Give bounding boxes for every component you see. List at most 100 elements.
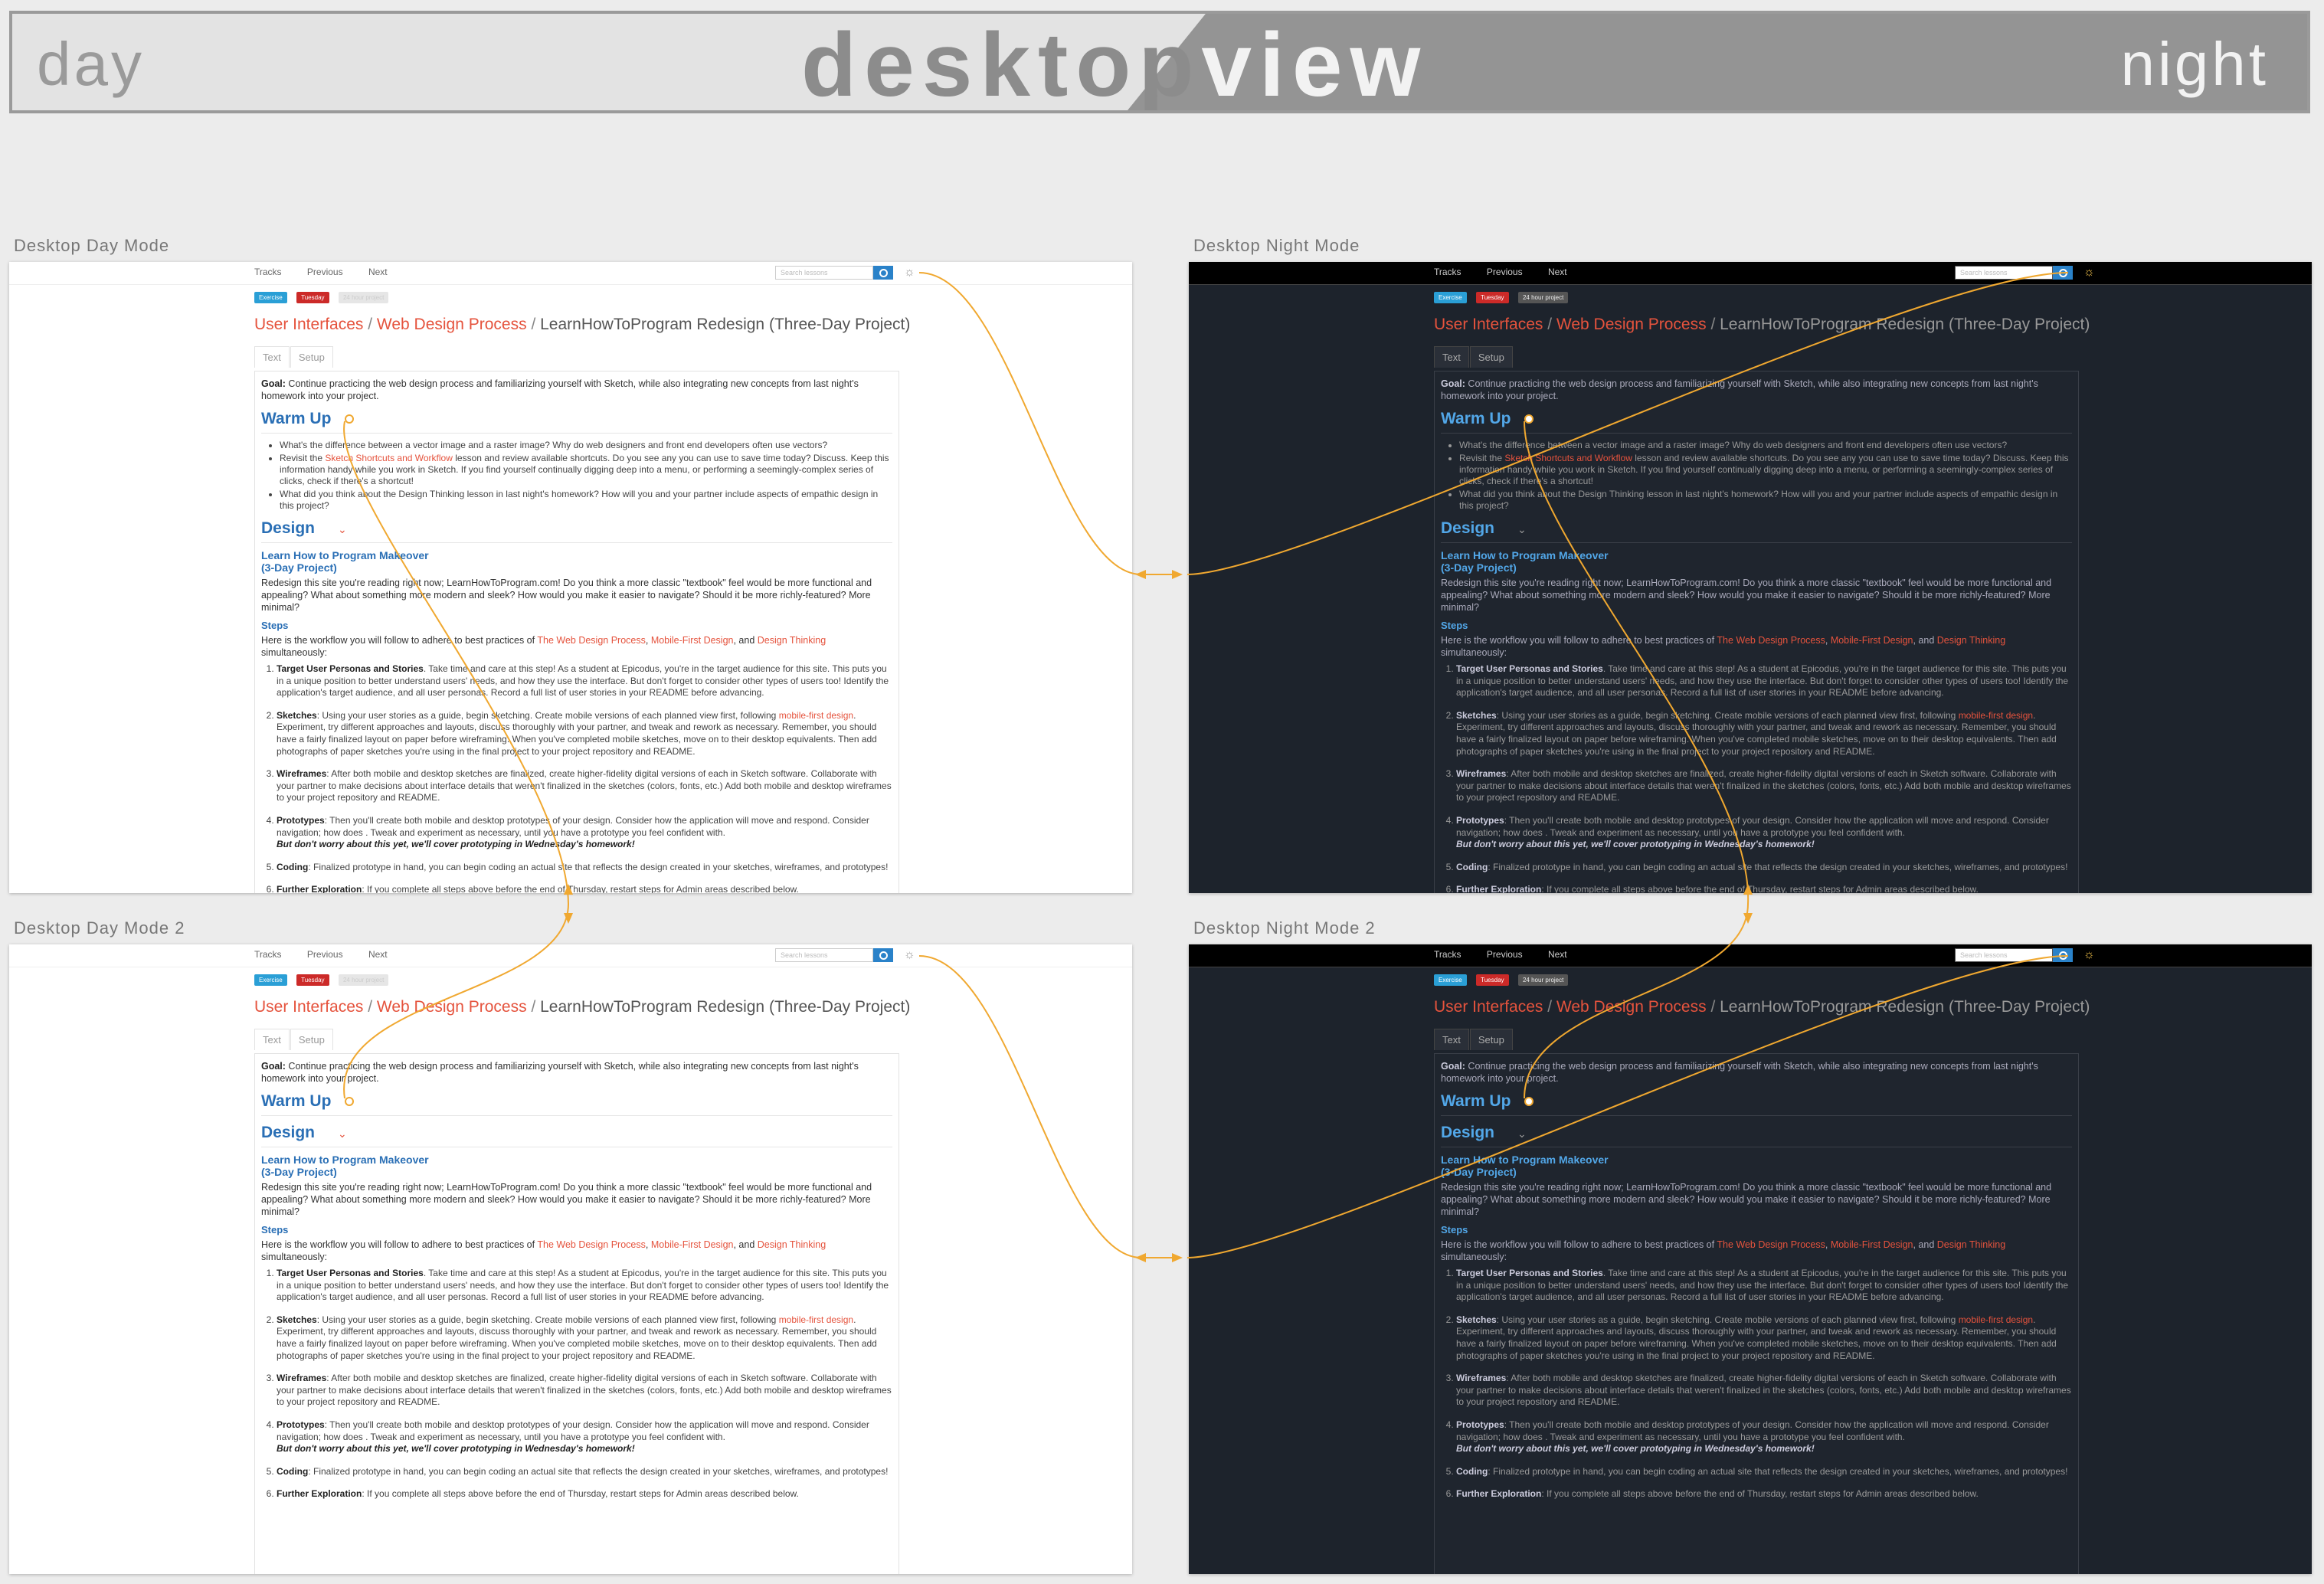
- link-mobile-first[interactable]: Mobile-First Design: [651, 635, 734, 646]
- breadcrumb-web-design-process[interactable]: Web Design Process: [377, 998, 527, 1016]
- search-input[interactable]: Search lessons: [775, 948, 873, 962]
- list-item: Wireframes: After both mobile and deskto…: [277, 1373, 892, 1409]
- tab-text[interactable]: Text: [254, 1029, 290, 1050]
- tag-exercise[interactable]: Exercise: [1434, 292, 1467, 303]
- link-mobile-first-design[interactable]: mobile-first design: [779, 710, 853, 721]
- mode-toggle-icon[interactable]: ☼: [904, 266, 915, 280]
- tag-24-hour[interactable]: 24 hour project: [1517, 292, 1569, 303]
- nav-tracks[interactable]: Tracks: [254, 267, 282, 277]
- nav-next[interactable]: Next: [1548, 949, 1567, 960]
- link-sketch-shortcuts[interactable]: Sketch Shortcuts and Workflow: [1504, 453, 1632, 463]
- breadcrumb-web-design-process[interactable]: Web Design Process: [1556, 316, 1707, 333]
- warmup-hotspot[interactable]: [345, 1097, 355, 1107]
- nav-previous[interactable]: Previous: [307, 949, 343, 960]
- tab-setup[interactable]: Setup: [290, 1029, 333, 1050]
- link-mobile-first-design[interactable]: mobile-first design: [779, 1314, 853, 1325]
- step-text: : Using your user stories as a guide, be…: [1496, 709, 1959, 721]
- link-mobile-first[interactable]: Mobile-First Design: [1831, 635, 1913, 646]
- design-heading[interactable]: Design ⌄: [1441, 519, 2072, 543]
- mode-toggle-icon[interactable]: ☼: [2083, 948, 2095, 962]
- chevron-down-icon[interactable]: ⌄: [1517, 1127, 1527, 1140]
- nav-previous[interactable]: Previous: [307, 267, 343, 277]
- link-design-thinking[interactable]: Design Thinking: [758, 1239, 826, 1250]
- search-input[interactable]: Search lessons: [1955, 266, 2053, 280]
- goal-text: Goal: Continue practicing the web design…: [1441, 1060, 2072, 1085]
- warmup-hotspot[interactable]: [1524, 1097, 1534, 1107]
- breadcrumb-web-design-process[interactable]: Web Design Process: [377, 316, 527, 333]
- tag-24-hour[interactable]: 24 hour project: [338, 974, 389, 986]
- link-web-design-process[interactable]: The Web Design Process: [537, 635, 646, 646]
- tag-exercise[interactable]: Exercise: [254, 292, 287, 303]
- nav-tracks[interactable]: Tracks: [1434, 949, 1462, 960]
- warmup-hotspot[interactable]: [1524, 414, 1534, 424]
- link-design-thinking[interactable]: Design Thinking: [758, 635, 826, 646]
- tag-24-hour[interactable]: 24 hour project: [338, 292, 389, 303]
- link-design-thinking[interactable]: Design Thinking: [1937, 1239, 2005, 1250]
- link-mobile-first[interactable]: Mobile-First Design: [1831, 1239, 1913, 1250]
- tab-setup[interactable]: Setup: [1469, 1029, 1513, 1050]
- warmup-heading[interactable]: Warm Up: [1441, 1092, 2072, 1116]
- search-input[interactable]: Search lessons: [1955, 948, 2053, 962]
- list-item: What's the difference between a vector i…: [280, 440, 892, 451]
- nav-tracks[interactable]: Tracks: [254, 949, 282, 960]
- design-heading[interactable]: Design ⌄: [1441, 1124, 2072, 1147]
- mode-toggle-icon[interactable]: ☼: [2083, 266, 2095, 280]
- tab-setup[interactable]: Setup: [1469, 346, 1513, 368]
- list-item: Sketches: Using your user stories as a g…: [277, 1314, 892, 1362]
- chevron-down-icon[interactable]: ⌄: [338, 523, 347, 535]
- artboard-day-1: Tracks Previous Next Search lessons ☼ Ex…: [9, 262, 1132, 893]
- nav-next[interactable]: Next: [368, 949, 388, 960]
- tab-text[interactable]: Text: [254, 346, 290, 368]
- breadcrumb-user-interfaces[interactable]: User Interfaces: [1434, 316, 1543, 333]
- step-title: Further Exploration: [277, 1488, 362, 1500]
- step-text: : Finalized prototype in hand, you can b…: [308, 861, 889, 872]
- breadcrumb-user-interfaces[interactable]: User Interfaces: [254, 316, 363, 333]
- tab-text[interactable]: Text: [1434, 346, 1469, 368]
- warmup-heading[interactable]: Warm Up: [261, 410, 892, 434]
- link-design-thinking[interactable]: Design Thinking: [1937, 635, 2005, 646]
- nav-next[interactable]: Next: [368, 267, 388, 277]
- artboard-label-night-2: Desktop Night Mode 2: [1193, 918, 1376, 938]
- design-heading[interactable]: Design ⌄: [261, 1124, 892, 1147]
- header-banner: day desktopview night: [9, 11, 2310, 113]
- link-web-design-process[interactable]: The Web Design Process: [1717, 1239, 1825, 1250]
- nav-next[interactable]: Next: [1548, 267, 1567, 277]
- link-sketch-shortcuts[interactable]: Sketch Shortcuts and Workflow: [325, 453, 453, 463]
- search-icon[interactable]: [2053, 266, 2073, 280]
- design-label: Design: [261, 519, 316, 537]
- tag-tuesday[interactable]: Tuesday: [1476, 974, 1509, 986]
- search-icon[interactable]: [2053, 948, 2073, 962]
- search-input[interactable]: Search lessons: [775, 266, 873, 280]
- tag-tuesday[interactable]: Tuesday: [296, 292, 329, 303]
- breadcrumb-current: LearnHowToProgram Redesign (Three-Day Pr…: [540, 316, 911, 333]
- tag-tuesday[interactable]: Tuesday: [1476, 292, 1509, 303]
- nav-previous[interactable]: Previous: [1487, 949, 1523, 960]
- tab-setup[interactable]: Setup: [290, 346, 333, 368]
- makeover-subtitle: (3-Day Project): [1441, 1166, 1517, 1178]
- chevron-down-icon[interactable]: ⌄: [1517, 523, 1527, 535]
- nav-tracks[interactable]: Tracks: [1434, 267, 1462, 277]
- link-mobile-first[interactable]: Mobile-First Design: [651, 1239, 734, 1250]
- search-icon[interactable]: [873, 948, 893, 962]
- link-mobile-first-design[interactable]: mobile-first design: [1959, 1314, 2033, 1325]
- mode-toggle-icon[interactable]: ☼: [904, 948, 915, 962]
- tab-text[interactable]: Text: [1434, 1029, 1469, 1050]
- link-mobile-first-design[interactable]: mobile-first design: [1959, 710, 2033, 721]
- tag-exercise[interactable]: Exercise: [254, 974, 287, 986]
- breadcrumb-user-interfaces[interactable]: User Interfaces: [254, 998, 363, 1016]
- tag-tuesday[interactable]: Tuesday: [296, 974, 329, 986]
- design-heading[interactable]: Design ⌄: [261, 519, 892, 543]
- breadcrumb-web-design-process[interactable]: Web Design Process: [1556, 998, 1707, 1016]
- search-icon[interactable]: [873, 266, 893, 280]
- warmup-hotspot[interactable]: [345, 414, 355, 424]
- tag-24-hour[interactable]: 24 hour project: [1517, 974, 1569, 986]
- link-web-design-process[interactable]: The Web Design Process: [537, 1239, 646, 1250]
- chevron-down-icon[interactable]: ⌄: [338, 1127, 347, 1140]
- warmup-heading[interactable]: Warm Up: [261, 1092, 892, 1116]
- breadcrumb-user-interfaces[interactable]: User Interfaces: [1434, 998, 1543, 1016]
- link-web-design-process[interactable]: The Web Design Process: [1717, 635, 1825, 646]
- nav-previous[interactable]: Previous: [1487, 267, 1523, 277]
- step-title: Prototypes: [1456, 1419, 1504, 1430]
- warmup-heading[interactable]: Warm Up: [1441, 410, 2072, 434]
- tag-exercise[interactable]: Exercise: [1434, 974, 1467, 986]
